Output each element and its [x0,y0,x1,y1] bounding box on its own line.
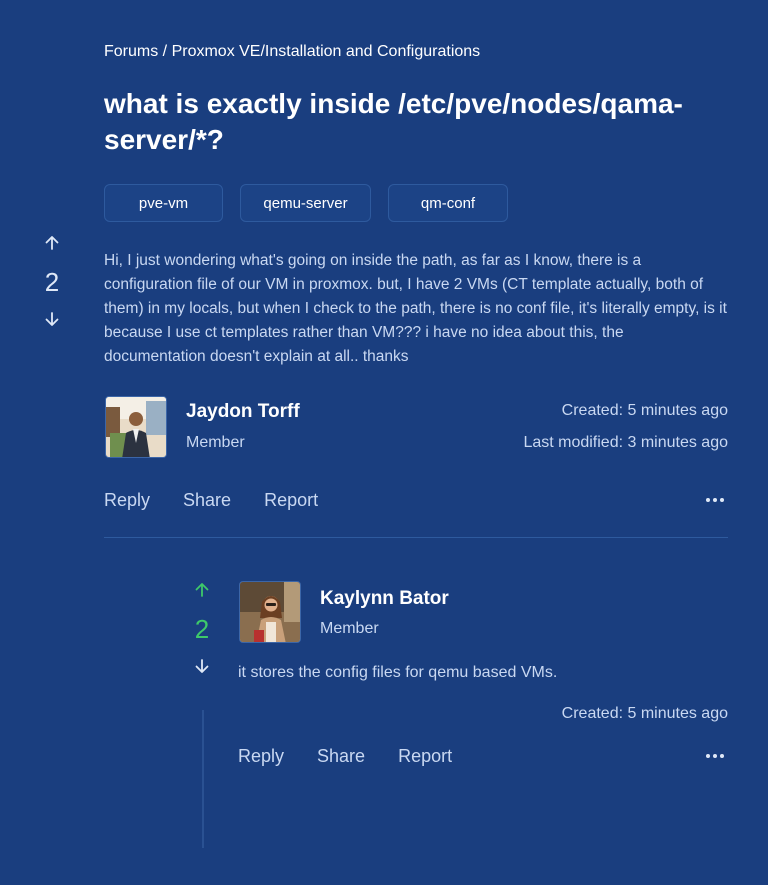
author-role: Member [186,434,245,451]
question-body: Hi, I just wondering what's going on ins… [104,252,727,365]
answer-body: it stores the config files for qemu base… [238,664,558,681]
tag-qemu-server[interactable]: qemu-server [240,184,371,222]
tag-list: pve-vm qemu-server qm-conf [104,184,508,222]
share-button[interactable]: Share [317,746,365,767]
tag-pve-vm[interactable]: pve-vm [104,184,223,222]
share-button[interactable]: Share [183,490,231,511]
modified-timestamp: Last modified: 3 minutes ago [523,434,728,451]
created-timestamp: Created: 5 minutes ago [561,705,728,722]
author-role: Member [320,620,379,637]
author-name[interactable]: Jaydon Torff [186,401,300,423]
report-button[interactable]: Report [398,746,452,767]
question-vote: 2 [42,233,62,329]
vote-count: 2 [44,267,60,297]
question-title: what is exactly inside /etc/pve/nodes/qa… [104,88,683,155]
more-horizontal-icon[interactable] [706,497,728,503]
answer-actions: Reply Share Report [238,746,452,767]
arrow-up-icon[interactable] [192,580,212,600]
vote-count: 2 [194,614,210,644]
arrow-up-icon[interactable] [42,233,62,253]
avatar[interactable] [239,581,301,643]
answer-vote: 2 [192,580,212,676]
arrow-down-icon[interactable] [192,656,212,676]
report-button[interactable]: Report [264,490,318,511]
thread-line [202,710,204,848]
created-timestamp: Created: 5 minutes ago [561,402,728,419]
reply-button[interactable]: Reply [104,490,150,511]
reply-button[interactable]: Reply [238,746,284,767]
avatar[interactable] [105,396,167,458]
more-horizontal-icon[interactable] [706,753,728,759]
divider [104,537,728,538]
arrow-down-icon[interactable] [42,309,62,329]
tag-qm-conf[interactable]: qm-conf [388,184,508,222]
question-actions: Reply Share Report [104,490,318,511]
breadcrumb[interactable]: Forums / Proxmox VE/Installation and Con… [104,43,480,61]
author-name[interactable]: Kaylynn Bator [320,588,449,610]
